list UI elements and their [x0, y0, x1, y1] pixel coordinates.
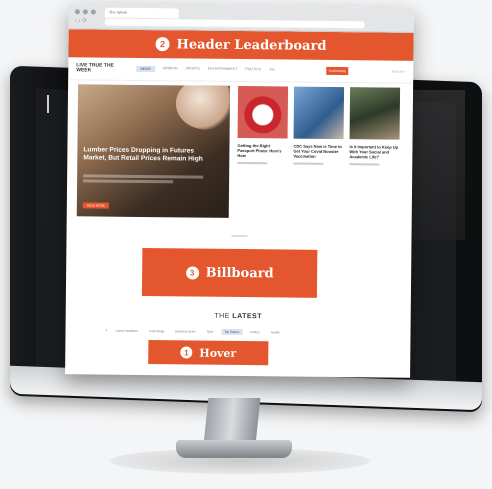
story-card[interactable]: CDC Says Now is Time to Get Your Covid B…: [293, 86, 345, 166]
nav-item-sports[interactable]: SPORTS: [186, 66, 200, 72]
pill-top-stories[interactable]: Top Stories: [221, 328, 243, 336]
bezel-highlight: [47, 95, 49, 113]
nav-arrows-icon[interactable]: ‹ › ⟳: [75, 18, 87, 25]
nav-item-entertainment[interactable]: ENTERTAINMENT: [208, 67, 237, 73]
pill-technology[interactable]: Technology: [146, 328, 167, 334]
hero-summary-line: [83, 179, 174, 184]
monitor-stand-base: [176, 440, 292, 458]
ad-label: Header Leaderboard: [176, 36, 327, 54]
story-thumbnail: [349, 87, 401, 140]
pill-latest-headlines[interactable]: Latest Headlines: [112, 328, 140, 334]
pill-health[interactable]: Health: [268, 329, 283, 335]
story-meta: [237, 161, 268, 165]
nav-item-news[interactable]: NEWS: [136, 65, 155, 73]
pill-business-news[interactable]: Business News: [172, 328, 199, 334]
browser-tab[interactable]: The Week: [104, 7, 179, 19]
hero-image: [175, 84, 231, 130]
story-card[interactable]: Is it Important to Keep Up With Your Soc…: [349, 87, 401, 166]
story-card[interactable]: Getting the Right Passport Photo: Here's…: [237, 85, 289, 165]
billboard-ad[interactable]: 3 Billboard: [141, 247, 318, 298]
browser-window: The Week ‹ › ⟳ 2 Header Leaderboard LIVE…: [65, 4, 414, 378]
hero-story[interactable]: Lumber Prices Dropping in Futures Market…: [76, 84, 231, 218]
sign-in-link[interactable]: SIGN IN ≡: [391, 70, 405, 74]
subscribe-button[interactable]: SUBSCRIBE: [326, 66, 349, 76]
nav-menu: NEWS OPINION SPORTS ENTERTAINMENT POLITI…: [136, 65, 276, 73]
pill-style[interactable]: Style: [204, 329, 217, 335]
header-leaderboard-ad[interactable]: 2 Header Leaderboard: [68, 29, 414, 61]
ad-number-badge: 1: [180, 346, 193, 359]
story-thumbnail: [237, 85, 289, 139]
hover-ad[interactable]: 1 Hover: [148, 340, 269, 366]
address-bar[interactable]: [104, 18, 365, 29]
section-divider: [231, 234, 248, 238]
story-meta: [293, 162, 324, 165]
story-title[interactable]: Getting the Right Passport Photo: Here's…: [237, 143, 287, 159]
browser-chrome: The Week ‹ › ⟳: [68, 4, 414, 33]
nav-item-all[interactable]: ALL: [269, 67, 275, 73]
monitor-stand-neck: [203, 398, 261, 444]
ad-label: Billboard: [205, 265, 274, 281]
site-logo[interactable]: LIVE TRUE THE WEEK: [76, 62, 122, 73]
story-thumbnail: [293, 86, 345, 140]
ad-number-badge: 2: [155, 37, 170, 52]
story-title[interactable]: Is it Important to Keep Up With Your Soc…: [349, 144, 399, 160]
category-pills: ‹ Latest Headlines Technology Business N…: [105, 328, 385, 337]
maximize-dot-icon[interactable]: [90, 9, 96, 15]
featured-stories: Lumber Prices Dropping in Futures Market…: [76, 84, 403, 219]
site-navigation: LIVE TRUE THE WEEK NEWS OPINION SPORTS E…: [68, 57, 414, 84]
ad-number-badge: 3: [185, 265, 199, 280]
close-dot-icon[interactable]: [74, 9, 80, 15]
chevron-left-icon[interactable]: ‹: [105, 328, 107, 334]
latest-prefix: THE: [214, 312, 230, 320]
hero-title[interactable]: Lumber Prices Dropping in Futures Market…: [83, 146, 215, 163]
story-meta: [349, 163, 380, 166]
hero-summary-line: [83, 174, 204, 179]
window-controls[interactable]: [74, 9, 96, 15]
latest-label: LATEST: [232, 312, 263, 321]
minimize-dot-icon[interactable]: [82, 9, 88, 15]
latest-section-heading: THE LATEST: [66, 311, 411, 322]
pill-politics[interactable]: Politics: [247, 329, 263, 335]
nav-item-politics[interactable]: POLITICS: [245, 67, 261, 73]
story-title[interactable]: CDC Says Now is Time to Get Your Covid B…: [293, 144, 343, 160]
hero-read-more-button[interactable]: READ MORE: [82, 202, 109, 209]
ad-label: Hover: [199, 346, 237, 360]
nav-item-opinion[interactable]: OPINION: [163, 66, 178, 72]
